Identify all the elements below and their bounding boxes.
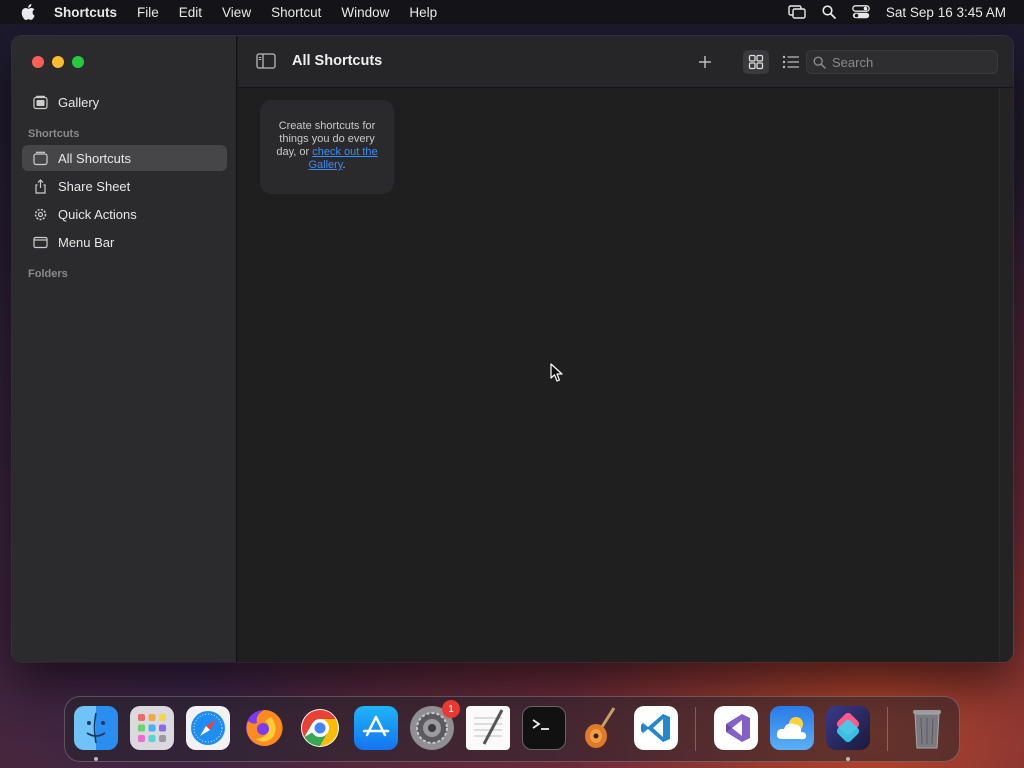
menubar-clock[interactable]: Sat Sep 16 3:45 AM <box>886 5 1006 20</box>
list-icon <box>782 55 799 69</box>
dock-shortcuts-icon[interactable] <box>826 706 870 750</box>
menu-shortcut[interactable]: Shortcut <box>271 5 321 20</box>
menu-app-shortcuts[interactable]: Shortcuts <box>54 5 117 20</box>
section-header-folders: Folders <box>28 268 68 280</box>
search-field[interactable] <box>806 50 998 74</box>
dock-launchpad-icon[interactable] <box>130 706 174 750</box>
toolbar: All Shortcuts <box>238 36 1013 88</box>
apple-menu-icon[interactable] <box>18 2 38 22</box>
stack-icon <box>32 150 48 166</box>
dock-garageband-icon[interactable] <box>578 706 622 750</box>
menubar-icon <box>32 234 48 250</box>
dock-system-settings-icon[interactable]: 1 <box>410 700 460 750</box>
zoom-window-button[interactable] <box>72 56 84 68</box>
plus-icon <box>699 56 711 68</box>
sidebar-item-label: Share Sheet <box>58 178 131 194</box>
share-icon <box>32 178 48 194</box>
sidebar-item-gallery[interactable]: Gallery <box>22 89 227 115</box>
dock-textedit-icon[interactable] <box>466 706 510 750</box>
dock-separator <box>887 707 888 751</box>
sidebar-item-share-sheet[interactable]: Share Sheet <box>22 173 227 199</box>
close-window-button[interactable] <box>32 56 44 68</box>
notification-badge: 1 <box>442 700 460 718</box>
menu-window[interactable]: Window <box>341 5 389 20</box>
spotlight-search-icon[interactable] <box>822 5 836 19</box>
list-view-button[interactable] <box>778 50 804 74</box>
dock-finder-icon[interactable] <box>74 706 118 750</box>
dock-separator <box>695 707 696 751</box>
dock-safari-icon[interactable] <box>186 706 230 750</box>
menu-edit[interactable]: Edit <box>179 5 202 20</box>
dock-app-store-icon[interactable] <box>354 706 398 750</box>
screen-mirroring-icon[interactable] <box>788 5 806 19</box>
minimize-window-button[interactable] <box>52 56 64 68</box>
dock-trash-icon[interactable] <box>905 706 949 750</box>
sidebar-item-label: Gallery <box>58 94 100 110</box>
new-shortcut-button[interactable] <box>692 50 718 74</box>
dock-terminal-icon[interactable] <box>522 706 566 750</box>
sidebar-item-menu-bar[interactable]: Menu Bar <box>22 229 227 255</box>
menu-view[interactable]: View <box>222 5 251 20</box>
search-input[interactable] <box>832 54 982 70</box>
dock-running-indicator <box>94 757 98 761</box>
empty-state-card: Create shortcuts for things you do every… <box>260 100 394 194</box>
menu-bar: Shortcuts File Edit View Shortcut Window… <box>0 0 1024 24</box>
sidebar-item-label: Quick Actions <box>58 206 137 222</box>
sidebar-item-label: Menu Bar <box>58 234 115 250</box>
dock-vscode-icon[interactable] <box>634 706 678 750</box>
dock-weather-icon[interactable] <box>770 706 814 750</box>
dock: 1 <box>64 696 960 762</box>
sidebar-item-all-shortcuts[interactable]: All Shortcuts <box>22 145 227 171</box>
grid-view-button[interactable] <box>743 50 769 74</box>
shortcuts-window: Gallery Shortcuts All Shortcuts Share Sh… <box>12 36 1013 662</box>
search-icon <box>813 55 826 69</box>
page-title: All Shortcuts <box>292 53 383 69</box>
menu-help[interactable]: Help <box>409 5 437 20</box>
gear-icon <box>32 206 48 222</box>
dock-running-indicator <box>846 757 850 761</box>
dock-visual-studio-icon[interactable] <box>714 706 758 750</box>
grid-icon <box>748 54 764 70</box>
scrollbar[interactable] <box>999 88 1013 662</box>
menu-file[interactable]: File <box>137 5 159 20</box>
dock-firefox-icon[interactable] <box>242 706 286 750</box>
main-content: All Shortcuts Create shortcuts for thing… <box>238 36 1013 662</box>
sidebar: Gallery Shortcuts All Shortcuts Share Sh… <box>12 36 237 662</box>
sidebar-toggle-icon[interactable] <box>256 53 276 71</box>
window-controls <box>32 56 84 68</box>
mouse-cursor-icon <box>550 363 563 382</box>
control-center-icon[interactable] <box>852 5 870 19</box>
sidebar-item-quick-actions[interactable]: Quick Actions <box>22 201 227 227</box>
empty-state-suffix: . <box>342 159 346 171</box>
gallery-icon <box>32 94 48 110</box>
section-header-shortcuts: Shortcuts <box>28 128 80 140</box>
dock-chrome-icon[interactable] <box>298 706 342 750</box>
sidebar-item-label: All Shortcuts <box>58 150 131 166</box>
